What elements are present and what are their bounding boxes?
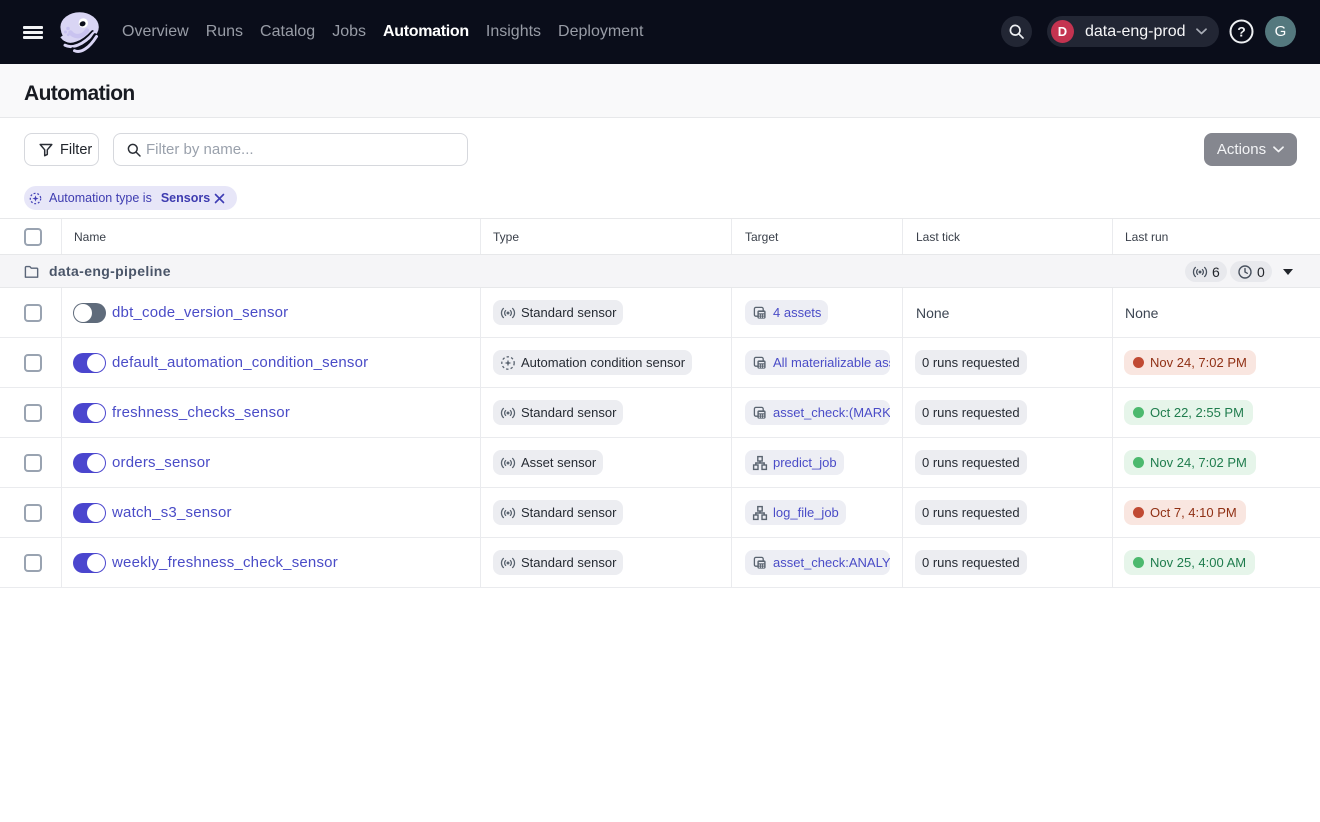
svg-text:?: ?: [1237, 23, 1246, 39]
